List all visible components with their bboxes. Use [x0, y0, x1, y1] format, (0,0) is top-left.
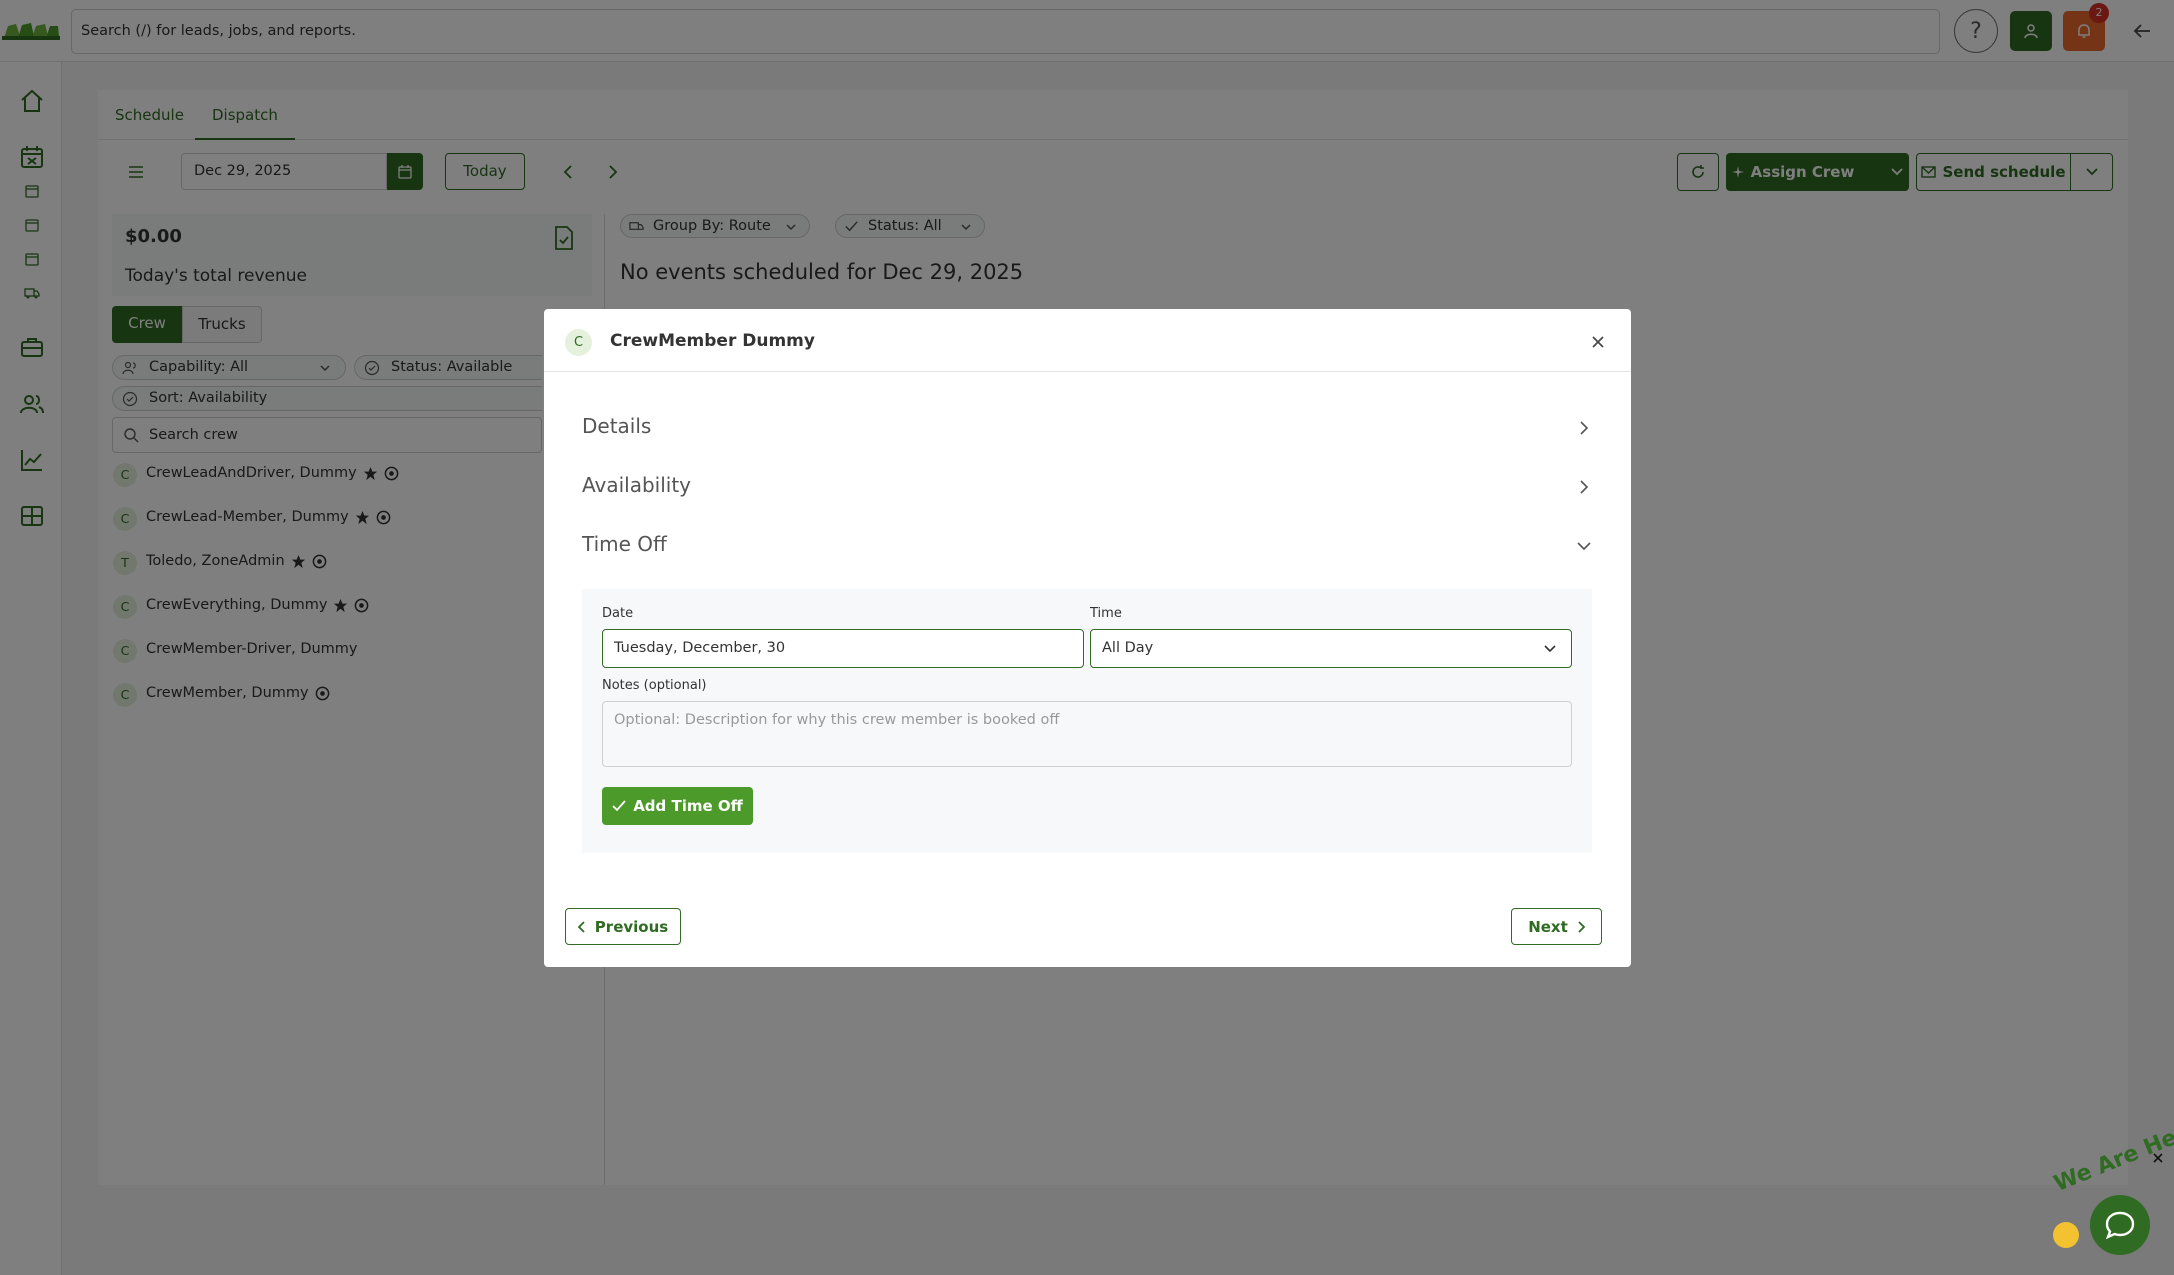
close-icon: [1592, 336, 1604, 348]
time-label: Time: [1090, 606, 1122, 621]
crew-member-modal: C CrewMember Dummy Details Availability …: [544, 309, 1631, 967]
chevron-right-icon: [1578, 920, 1585, 933]
date-label: Date: [602, 606, 634, 621]
next-label: Next: [1528, 917, 1568, 936]
waving-hand-icon: [2053, 1222, 2079, 1248]
chevron-right-icon: [1580, 421, 1589, 435]
availability-section-header[interactable]: Availability: [582, 467, 1592, 507]
avatar: C: [565, 329, 592, 356]
modal-title: CrewMember Dummy: [610, 331, 815, 351]
close-icon: [2153, 1153, 2163, 1163]
time-select-value: All Day: [1102, 640, 1154, 656]
close-button[interactable]: [1590, 334, 1606, 350]
time-off-section-label: Time Off: [582, 532, 667, 556]
time-off-date-input[interactable]: Tuesday, December, 30: [602, 629, 1084, 668]
previous-button[interactable]: Previous: [565, 908, 681, 945]
previous-label: Previous: [594, 917, 669, 936]
time-off-panel: Date Time Tuesday, December, 30 All Day …: [582, 589, 1592, 853]
add-time-off-button[interactable]: Add Time Off: [602, 787, 753, 825]
chevron-down-icon: [1577, 542, 1591, 551]
chevron-down-icon: [1544, 645, 1556, 653]
chat-close-button[interactable]: [2152, 1152, 2164, 1164]
availability-section-label: Availability: [582, 473, 692, 497]
chevron-right-icon: [1580, 480, 1589, 494]
notes-textarea[interactable]: Optional: Description for why this crew …: [602, 701, 1572, 767]
check-icon: [612, 800, 626, 812]
chat-icon: [2105, 1211, 2135, 1240]
time-off-time-select[interactable]: All Day: [1090, 629, 1572, 668]
chat-button[interactable]: [2090, 1195, 2150, 1255]
modal-header: C CrewMember Dummy: [544, 309, 1631, 372]
time-off-section-header[interactable]: Time Off: [582, 526, 1592, 566]
next-button[interactable]: Next: [1511, 908, 1602, 945]
details-section-label: Details: [582, 414, 652, 438]
details-section-header[interactable]: Details: [582, 408, 1592, 448]
notes-label: Notes (optional): [602, 678, 707, 693]
chevron-left-icon: [577, 920, 585, 933]
add-time-off-label: Add Time Off: [633, 797, 743, 815]
